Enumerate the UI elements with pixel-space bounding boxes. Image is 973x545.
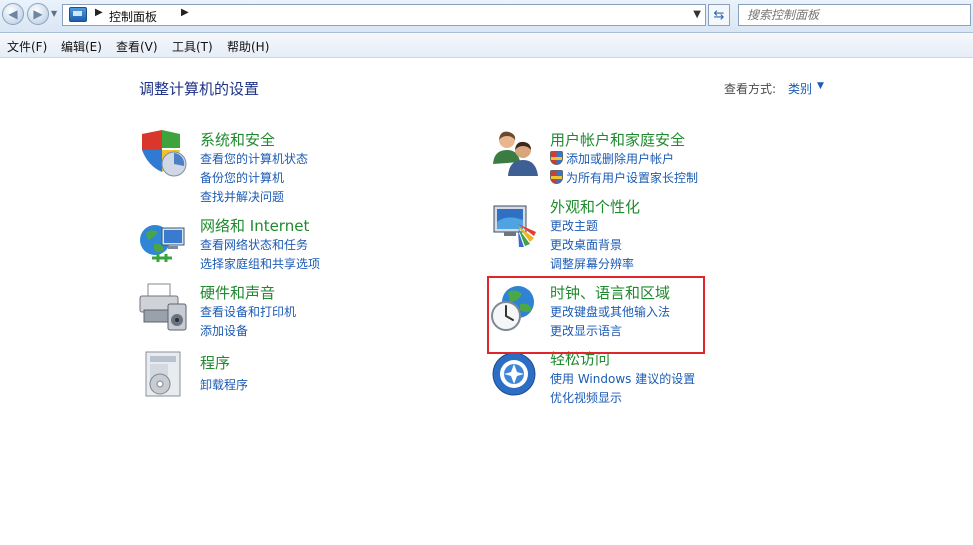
- highlight-box: [487, 276, 705, 354]
- refresh-button[interactable]: ⇆: [708, 4, 730, 26]
- link-uninstall-program[interactable]: 卸载程序: [200, 376, 248, 393]
- menu-tools[interactable]: 工具(T): [172, 38, 213, 55]
- category-network-internet[interactable]: 网络和 Internet: [200, 215, 309, 236]
- view-by-label: 查看方式:: [724, 82, 777, 96]
- menu-file[interactable]: 文件(F): [7, 38, 47, 55]
- link-optimize-display[interactable]: 优化视频显示: [550, 389, 622, 406]
- ease-of-access-icon[interactable]: [490, 350, 540, 400]
- page-title: 调整计算机的设置: [139, 80, 260, 98]
- back-button[interactable]: ◀: [2, 3, 24, 25]
- category-user-accounts[interactable]: 用户帐户和家庭安全: [550, 129, 685, 150]
- programs-icon[interactable]: [140, 350, 190, 400]
- category-appearance[interactable]: 外观和个性化: [550, 196, 640, 217]
- view-by-caret-icon[interactable]: ▼: [817, 81, 824, 91]
- link-backup-computer[interactable]: 备份您的计算机: [200, 169, 284, 186]
- link-desktop-background[interactable]: 更改桌面背景: [550, 236, 622, 253]
- uac-shield-icon: [550, 170, 563, 184]
- breadcrumb-control-panel[interactable]: 控制面板: [109, 8, 157, 25]
- link-recommended-settings[interactable]: 使用 Windows 建议的设置: [550, 370, 695, 387]
- search-input[interactable]: [738, 4, 971, 26]
- control-panel-icon: [69, 7, 87, 22]
- category-hardware-sound[interactable]: 硬件和声音: [200, 282, 275, 303]
- category-system-security[interactable]: 系统和安全: [200, 129, 275, 150]
- link-troubleshoot[interactable]: 查找并解决问题: [200, 188, 284, 205]
- breadcrumb-separator-icon[interactable]: ▶: [95, 7, 103, 18]
- link-parental-controls[interactable]: 为所有用户设置家长控制: [566, 169, 698, 186]
- address-field[interactable]: ▶ 控制面板 ▶ ▼: [62, 4, 706, 26]
- address-dropdown-icon[interactable]: ▼: [693, 9, 701, 20]
- link-add-device[interactable]: 添加设备: [200, 322, 248, 339]
- appearance-monitor-icon[interactable]: [490, 202, 540, 252]
- link-change-theme[interactable]: 更改主题: [550, 217, 598, 234]
- network-globe-icon[interactable]: [138, 218, 188, 268]
- menu-bar: 文件(F) 编辑(E) 查看(V) 工具(T) 帮助(H): [0, 33, 973, 58]
- menu-help[interactable]: 帮助(H): [227, 38, 269, 55]
- menu-view[interactable]: 查看(V): [116, 38, 158, 55]
- view-by-dropdown[interactable]: 类别: [788, 80, 812, 97]
- link-homegroup[interactable]: 选择家庭组和共享选项: [200, 255, 320, 272]
- address-bar: ◀ ▶ ▼ ▶ 控制面板 ▶ ▼ ⇆: [0, 0, 973, 33]
- menu-edit[interactable]: 编辑(E): [61, 38, 102, 55]
- uac-shield-icon: [550, 151, 563, 165]
- link-screen-resolution[interactable]: 调整屏幕分辨率: [550, 255, 634, 272]
- link-view-computer-status[interactable]: 查看您的计算机状态: [200, 150, 308, 167]
- recent-pages-dropdown-icon[interactable]: ▼: [51, 9, 57, 18]
- link-network-status[interactable]: 查看网络状态和任务: [200, 236, 308, 253]
- category-programs[interactable]: 程序: [200, 352, 230, 373]
- link-devices-printers[interactable]: 查看设备和打印机: [200, 303, 296, 320]
- security-shield-icon[interactable]: [138, 128, 188, 178]
- refresh-icon: ⇆: [713, 7, 725, 23]
- link-add-remove-accounts[interactable]: 添加或删除用户帐户: [566, 150, 674, 167]
- printer-icon[interactable]: [138, 282, 188, 332]
- forward-button[interactable]: ▶: [27, 3, 49, 25]
- users-icon[interactable]: [490, 128, 540, 178]
- breadcrumb-separator-icon[interactable]: ▶: [181, 7, 189, 18]
